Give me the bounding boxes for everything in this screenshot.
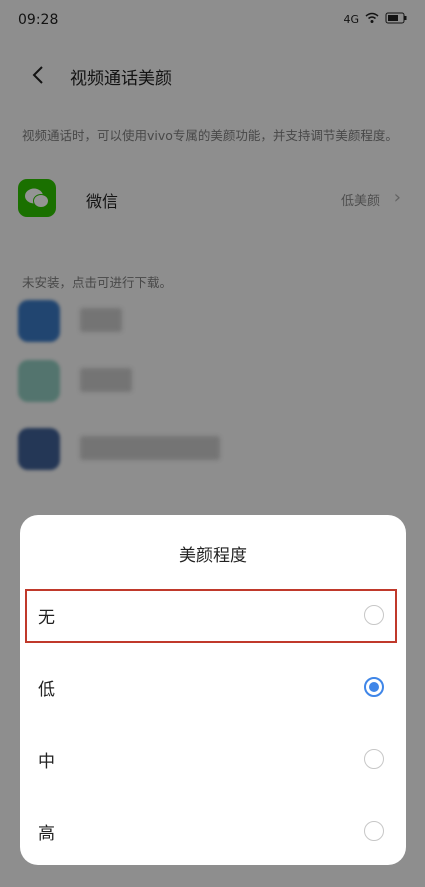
radio-button-selected[interactable] (364, 677, 384, 697)
option-label: 高 (38, 824, 55, 844)
sheet-title: 美颜程度 (179, 546, 247, 566)
radio-button[interactable] (364, 821, 384, 841)
option-high[interactable]: 高 (20, 801, 406, 863)
option-low[interactable]: 低 (20, 657, 406, 719)
selection-highlight-box (25, 589, 397, 643)
option-medium[interactable]: 中 (20, 729, 406, 791)
beauty-level-sheet: 美颜程度 无 低 中 高 (20, 515, 406, 865)
option-label: 中 (38, 752, 55, 772)
radio-button[interactable] (364, 749, 384, 769)
option-label: 低 (38, 680, 55, 700)
